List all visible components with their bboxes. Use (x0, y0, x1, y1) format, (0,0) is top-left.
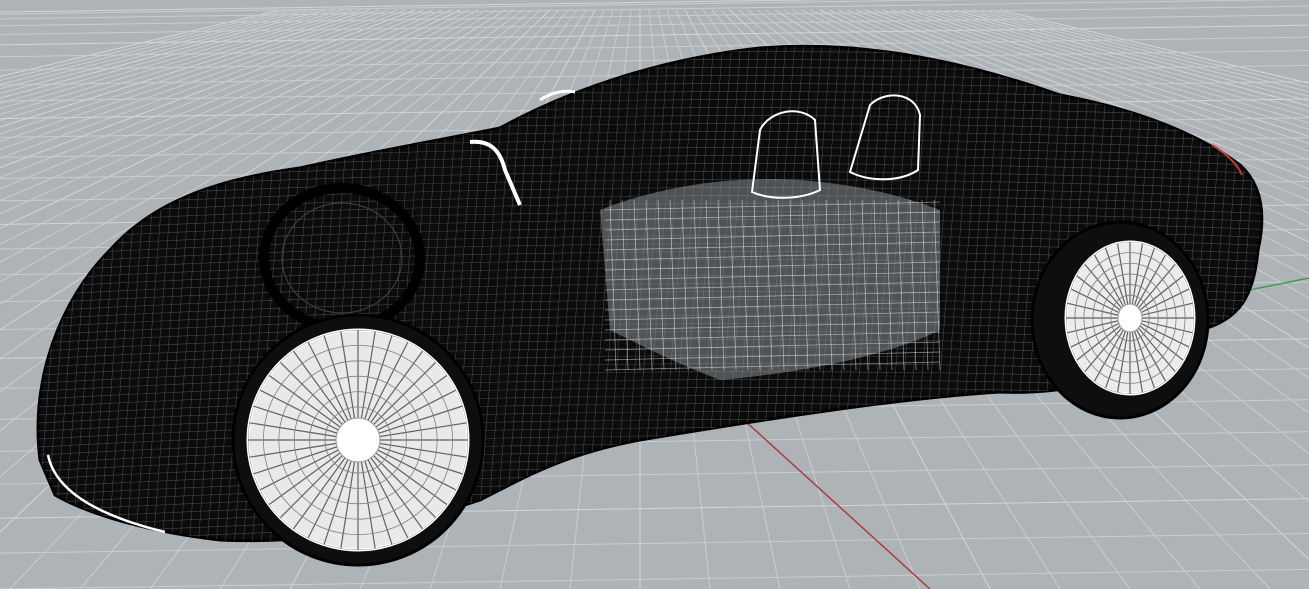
rear-wheel[interactable] (1030, 220, 1210, 420)
front-wheel[interactable] (231, 313, 485, 567)
perspective-viewport[interactable] (0, 0, 1309, 589)
viewport-canvas[interactable] (0, 0, 1309, 589)
